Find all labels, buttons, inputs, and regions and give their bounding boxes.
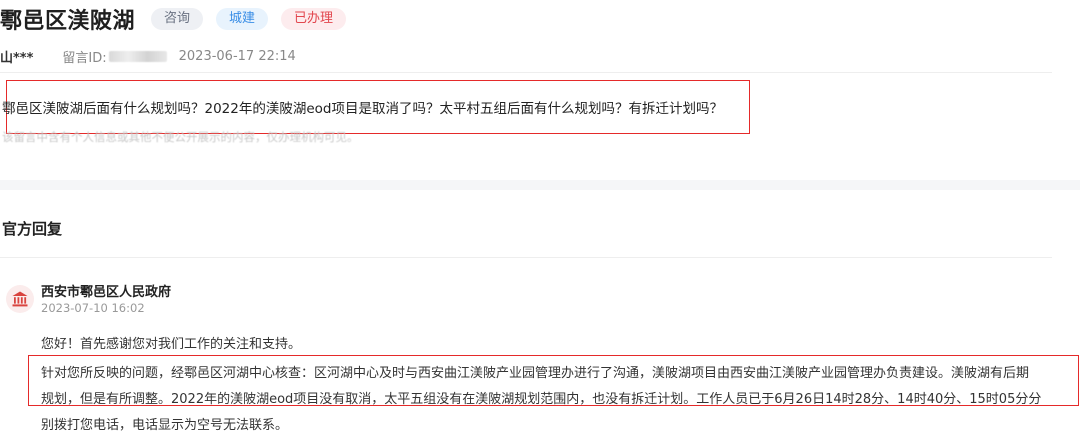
author-name: 山*** <box>0 50 34 66</box>
message-time: 2023-06-17 22:14 <box>178 48 296 64</box>
message-id-label: 留言ID: <box>62 50 107 66</box>
message-meta: 山*** 留言ID: 2023-06-17 22:14 <box>0 46 296 66</box>
tag-consult: 咨询 <box>151 8 204 30</box>
message-id-redacted <box>108 50 167 62</box>
divider <box>0 72 1052 73</box>
title-row: 鄠邑区渼陂湖 咨询 城建 已办理 <box>0 4 347 34</box>
section-separator <box>0 180 1080 190</box>
reply-line-4: 别拨打您电话，电话显示为空号无法联系。 <box>41 418 289 433</box>
page-title: 鄠邑区渼陂湖 <box>0 9 136 34</box>
divider <box>0 257 1052 258</box>
reply-line-1: 您好！首先感谢您对我们工作的关注和支持。 <box>41 337 302 352</box>
tag-category: 城建 <box>216 8 269 30</box>
question-text: 鄠邑区渼陂湖后面有什么规划吗？2022年的渼陂湖eod项目是取消了吗？太平村五组… <box>2 101 723 117</box>
department-name: 西安市鄠邑区人民政府 <box>41 285 172 300</box>
reply-highlight-box <box>28 355 1079 406</box>
privacy-note: 该留言中含有个人信息或其他不便公开展示的内容，仅办理机构可见。 <box>2 130 359 144</box>
reply-time: 2023-07-10 16:02 <box>41 301 145 315</box>
government-building-icon <box>6 285 34 313</box>
status-badge: 已办理 <box>281 8 347 30</box>
government-building-icon-svg <box>12 291 28 307</box>
official-reply-title: 官方回复 <box>2 220 63 238</box>
